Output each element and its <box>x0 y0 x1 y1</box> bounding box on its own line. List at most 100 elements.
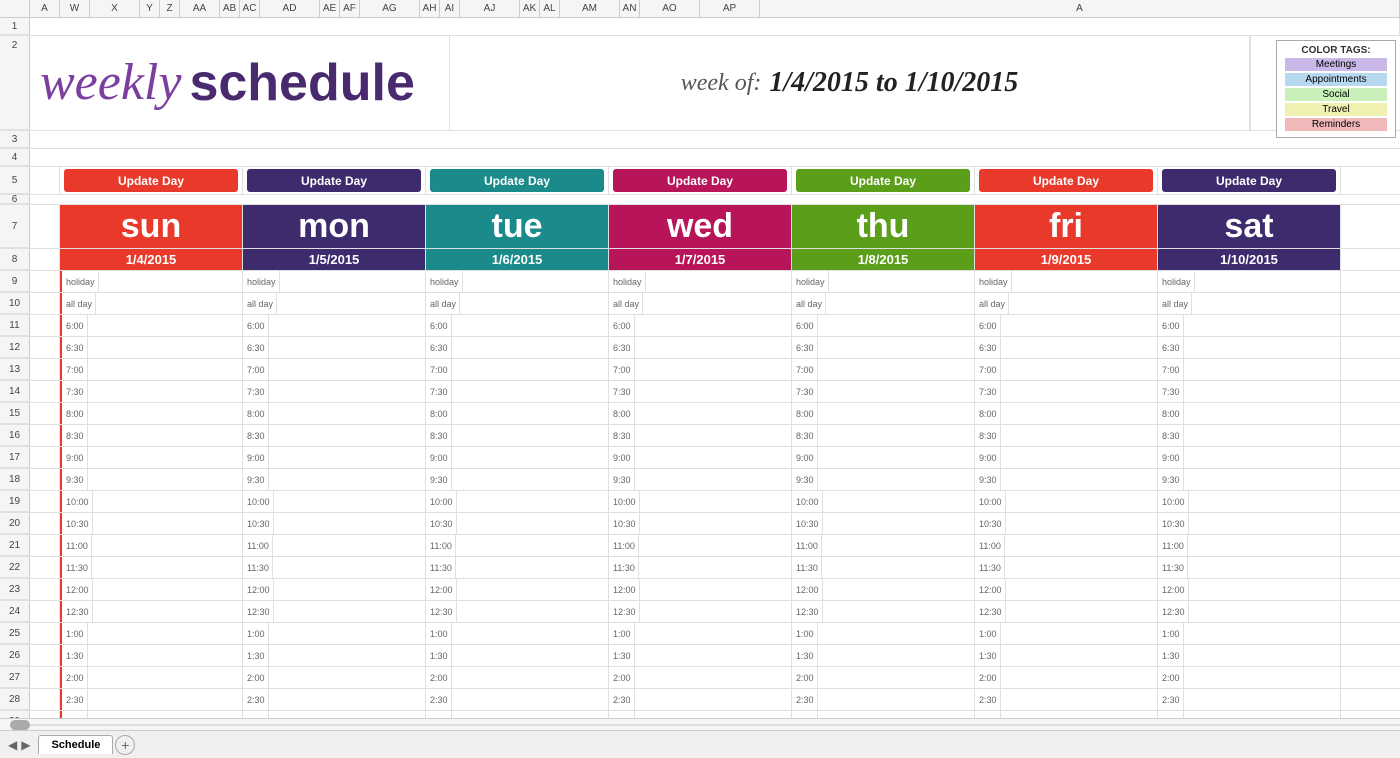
time-slot-content[interactable] <box>451 315 604 336</box>
time-slot-content[interactable] <box>87 337 238 358</box>
time-slot-content[interactable] <box>87 667 238 688</box>
time-slot-content[interactable] <box>87 447 238 468</box>
time-slot-content[interactable] <box>1183 623 1336 644</box>
time-slot-content[interactable] <box>634 359 787 380</box>
update-day-btn-sun[interactable]: Update Day <box>64 169 238 192</box>
update-day-cell-mon[interactable]: Update Day <box>243 167 426 194</box>
time-slot-content[interactable] <box>1005 491 1153 512</box>
time-slot-content[interactable] <box>268 447 421 468</box>
time-slot-content[interactable] <box>459 293 604 314</box>
time-slot-content[interactable] <box>87 381 238 402</box>
time-slot-content[interactable] <box>1188 513 1336 534</box>
time-slot-content[interactable] <box>634 381 787 402</box>
time-slot-content[interactable] <box>98 271 238 292</box>
time-slot-content[interactable] <box>1000 645 1153 666</box>
time-slot-content[interactable] <box>1183 447 1336 468</box>
time-slot-content[interactable] <box>87 645 238 666</box>
time-slot-content[interactable] <box>828 271 970 292</box>
time-slot-content[interactable] <box>87 711 238 718</box>
time-slot-content[interactable] <box>1005 601 1153 622</box>
time-slot-content[interactable] <box>639 513 787 534</box>
time-slot-content[interactable] <box>1194 271 1336 292</box>
time-slot-content[interactable] <box>1000 315 1153 336</box>
time-slot-content[interactable] <box>268 425 421 446</box>
time-slot-content[interactable] <box>87 425 238 446</box>
time-slot-content[interactable] <box>87 315 238 336</box>
time-slot-content[interactable] <box>1000 667 1153 688</box>
time-slot-content[interactable] <box>817 469 970 490</box>
time-slot-content[interactable] <box>817 623 970 644</box>
time-slot-content[interactable] <box>1000 469 1153 490</box>
horizontal-scrollbar[interactable] <box>0 718 1400 730</box>
time-slot-content[interactable] <box>634 667 787 688</box>
time-slot-content[interactable] <box>1183 403 1336 424</box>
time-slot-content[interactable] <box>91 557 238 578</box>
time-slot-content[interactable] <box>817 425 970 446</box>
time-slot-content[interactable] <box>634 425 787 446</box>
update-day-cell-wed[interactable]: Update Day <box>609 167 792 194</box>
time-slot-content[interactable] <box>1008 293 1153 314</box>
time-slot-content[interactable] <box>1183 689 1336 710</box>
time-slot-content[interactable] <box>91 535 238 556</box>
time-slot-content[interactable] <box>817 711 970 718</box>
time-slot-content[interactable] <box>87 469 238 490</box>
time-slot-content[interactable] <box>822 579 970 600</box>
time-slot-content[interactable] <box>817 381 970 402</box>
time-slot-content[interactable] <box>822 513 970 534</box>
time-slot-content[interactable] <box>279 271 421 292</box>
time-slot-content[interactable] <box>634 645 787 666</box>
time-slot-content[interactable] <box>451 667 604 688</box>
time-slot-content[interactable] <box>451 403 604 424</box>
time-slot-content[interactable] <box>642 293 787 314</box>
time-slot-content[interactable] <box>95 293 238 314</box>
time-slot-content[interactable] <box>1011 271 1153 292</box>
time-slot-content[interactable] <box>634 623 787 644</box>
time-slot-content[interactable] <box>1004 557 1153 578</box>
time-slot-content[interactable] <box>634 469 787 490</box>
time-slot-content[interactable] <box>87 403 238 424</box>
update-day-btn-mon[interactable]: Update Day <box>247 169 421 192</box>
time-slot-content[interactable] <box>639 491 787 512</box>
time-slot-content[interactable] <box>87 359 238 380</box>
time-slot-content[interactable] <box>645 271 787 292</box>
time-slot-content[interactable] <box>1183 425 1336 446</box>
time-slot-content[interactable] <box>1000 403 1153 424</box>
time-slot-content[interactable] <box>268 711 421 718</box>
time-slot-content[interactable] <box>821 557 970 578</box>
prev-arrow[interactable]: ◀ <box>8 738 17 752</box>
time-slot-content[interactable] <box>451 645 604 666</box>
update-day-cell-sat[interactable]: Update Day <box>1158 167 1341 194</box>
time-slot-content[interactable] <box>1000 337 1153 358</box>
time-slot-content[interactable] <box>1000 711 1153 718</box>
time-slot-content[interactable] <box>273 601 421 622</box>
time-slot-content[interactable] <box>638 535 787 556</box>
time-slot-content[interactable] <box>821 535 970 556</box>
time-slot-content[interactable] <box>817 359 970 380</box>
time-slot-content[interactable] <box>1183 315 1336 336</box>
time-slot-content[interactable] <box>639 579 787 600</box>
time-slot-content[interactable] <box>451 711 604 718</box>
time-slot-content[interactable] <box>268 315 421 336</box>
time-slot-content[interactable] <box>817 689 970 710</box>
time-slot-content[interactable] <box>451 381 604 402</box>
time-slot-content[interactable] <box>817 667 970 688</box>
update-day-btn-fri[interactable]: Update Day <box>979 169 1153 192</box>
time-slot-content[interactable] <box>1191 293 1336 314</box>
time-slot-content[interactable] <box>1183 667 1336 688</box>
time-slot-content[interactable] <box>822 601 970 622</box>
add-tab-button[interactable]: + <box>115 735 135 755</box>
update-day-btn-wed[interactable]: Update Day <box>613 169 787 192</box>
schedule-tab[interactable]: Schedule <box>38 735 113 754</box>
time-slot-content[interactable] <box>1004 535 1153 556</box>
time-slot-content[interactable] <box>268 645 421 666</box>
time-slot-content[interactable] <box>1000 359 1153 380</box>
time-slot-content[interactable] <box>1000 623 1153 644</box>
time-slot-content[interactable] <box>451 425 604 446</box>
time-slot-content[interactable] <box>456 513 604 534</box>
time-slot-content[interactable] <box>268 667 421 688</box>
update-day-btn-tue[interactable]: Update Day <box>430 169 604 192</box>
time-slot-content[interactable] <box>272 557 421 578</box>
time-slot-content[interactable] <box>273 579 421 600</box>
time-slot-content[interactable] <box>1188 491 1336 512</box>
time-slot-content[interactable] <box>634 315 787 336</box>
